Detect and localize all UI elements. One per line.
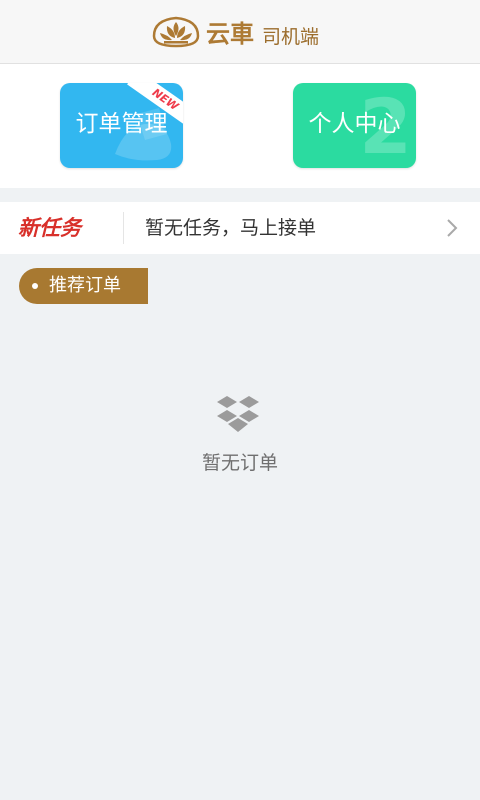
personal-center-label: 个人中心 (308, 111, 401, 137)
brand-name: 云車 (206, 20, 254, 48)
lotus-logo-icon (152, 16, 200, 48)
new-task-row[interactable]: 新任务 暂无任务，马上接单 (0, 202, 480, 254)
bullet-dot (32, 283, 38, 289)
recommended-orders-tab: 推荐订单 (19, 268, 148, 304)
order-management-tile[interactable]: NEW 订单管理 (60, 83, 183, 168)
divider (123, 212, 124, 244)
task-status-text: 暂无任务，马上接单 (145, 217, 317, 239)
personal-center-tile[interactable]: 2 个人中心 (293, 83, 416, 168)
quick-tiles: NEW 订单管理 2 个人中心 (0, 64, 480, 188)
new-task-tag: 新任务 (18, 216, 81, 240)
app-role-label: 司机端 (262, 26, 320, 48)
order-management-label: 订单管理 (75, 111, 168, 137)
driver-app: 云車 司机端 NEW 订单管理 2 个人中心 新任务 暂无任务，马上接单 推荐订… (0, 0, 480, 800)
empty-box-icon (217, 396, 259, 432)
chevron-right-icon (447, 219, 458, 237)
app-header: 云車 司机端 (0, 0, 480, 64)
empty-orders-text: 暂无订单 (201, 452, 278, 474)
recommended-orders-label: 推荐订单 (49, 275, 121, 296)
